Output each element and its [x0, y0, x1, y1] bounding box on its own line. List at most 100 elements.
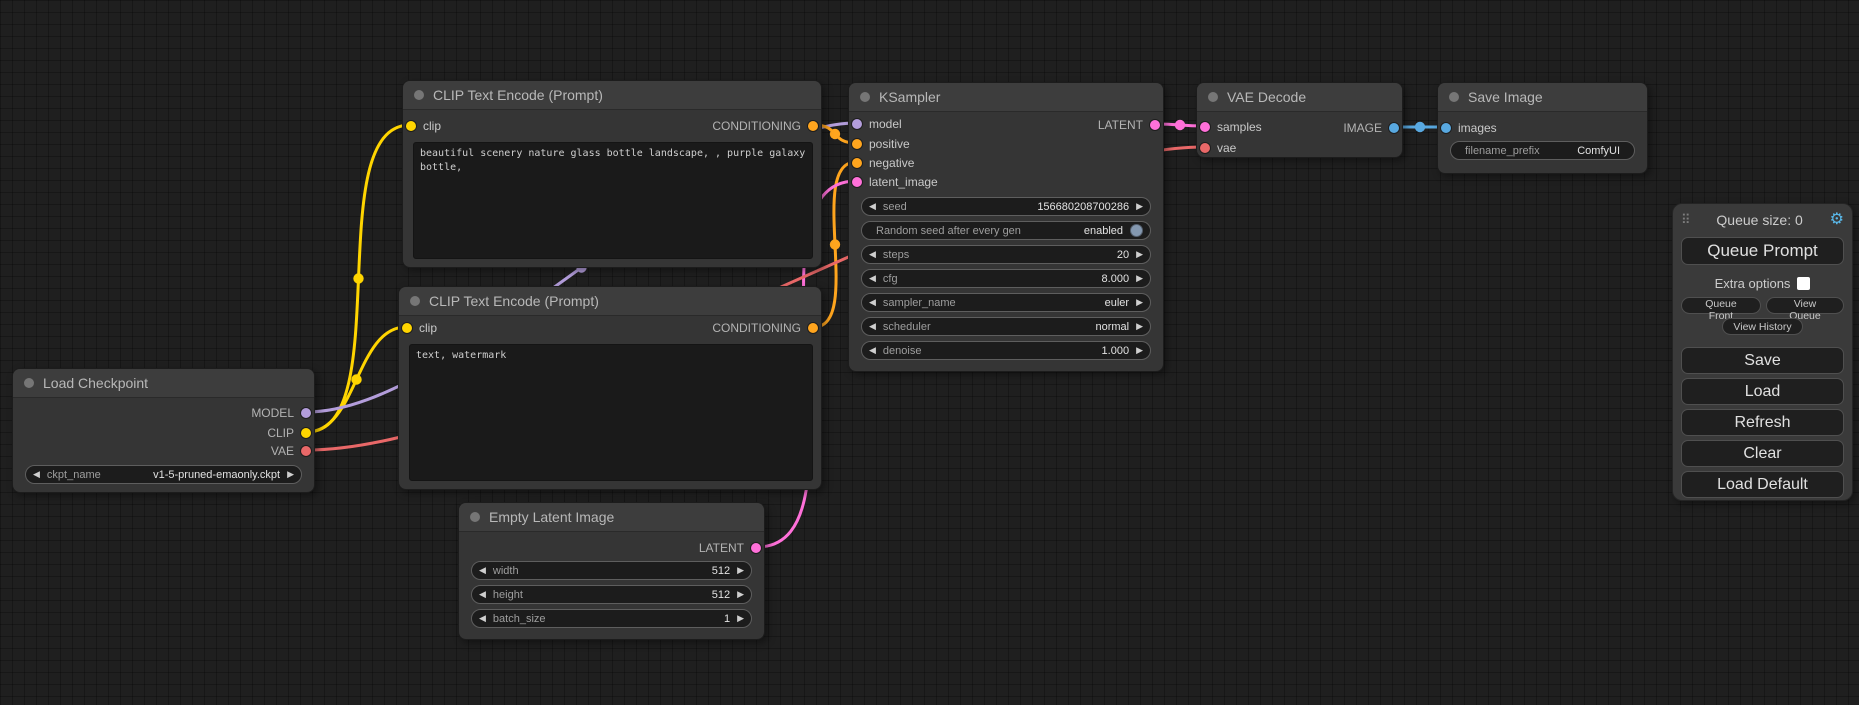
CONDITIONING-output-port[interactable] [808, 323, 818, 333]
save-button[interactable]: Save [1681, 347, 1844, 374]
drag-handle-icon[interactable]: ⠿ [1681, 212, 1690, 228]
view-queue-button[interactable]: View Queue [1766, 297, 1844, 314]
queue-prompt-button[interactable]: Queue Prompt [1681, 237, 1844, 265]
decrement-arrow-icon[interactable]: ◀ [479, 589, 486, 600]
decrement-arrow-icon[interactable]: ◀ [869, 249, 876, 260]
latent-to-decoder-midpoint-dot[interactable] [1175, 120, 1185, 130]
vae-input-port[interactable] [1200, 143, 1210, 153]
steps-widget[interactable]: ◀steps20▶ [861, 245, 1151, 264]
prompt-textarea[interactable] [413, 142, 813, 259]
CLIP-output-port[interactable] [301, 428, 311, 438]
negative-input-port[interactable] [852, 158, 862, 168]
vae-decode-node[interactable]: VAE DecodesamplesvaeIMAGE [1196, 82, 1403, 158]
refresh-button[interactable]: Refresh [1681, 409, 1844, 436]
clip-input-port[interactable] [402, 323, 412, 333]
increment-arrow-icon[interactable]: ▶ [1136, 297, 1143, 308]
load-button[interactable]: Load [1681, 378, 1844, 405]
node-title-bar[interactable]: CLIP Text Encode (Prompt) [399, 287, 821, 316]
extra-options-checkbox[interactable] [1797, 277, 1810, 290]
clip-text-encode-positive-node[interactable]: CLIP Text Encode (Prompt)clipCONDITIONIN… [402, 80, 822, 268]
node-title-bar[interactable]: CLIP Text Encode (Prompt) [403, 81, 821, 110]
node-title-bar[interactable]: KSampler [849, 83, 1163, 112]
increment-arrow-icon[interactable]: ▶ [737, 565, 744, 576]
widget-value: euler [1105, 297, 1129, 309]
decrement-arrow-icon[interactable]: ◀ [479, 565, 486, 576]
IMAGE-output-port[interactable] [1389, 123, 1399, 133]
clip-input: clip [402, 319, 437, 337]
view-history-button[interactable]: View History [1722, 318, 1802, 335]
batch-size-widget[interactable]: ◀ batch_size 1 ▶ [471, 609, 752, 628]
filename-prefix-widget[interactable]: filename_prefixComfyUI [1450, 141, 1635, 160]
scheduler-widget[interactable]: ◀schedulernormal▶ [861, 317, 1151, 336]
positive-input-port[interactable] [852, 139, 862, 149]
increment-arrow-icon[interactable]: ▶ [737, 613, 744, 624]
queue-front-button[interactable]: Queue Front [1681, 297, 1761, 314]
positive-conditioning-midpoint-dot[interactable] [830, 129, 840, 139]
latent_image-input-port[interactable] [852, 177, 862, 187]
decrement-arrow-icon[interactable]: ◀ [33, 469, 40, 480]
load-default-button[interactable]: Load Default [1681, 471, 1844, 498]
ksampler-node[interactable]: KSamplermodelpositivenegativelatent_imag… [848, 82, 1164, 372]
prompt-textarea[interactable] [409, 344, 813, 481]
decrement-arrow-icon[interactable]: ◀ [869, 201, 876, 212]
node-title-bar[interactable]: Empty Latent Image [459, 503, 764, 532]
random-seed-after-every-gen-widget[interactable]: Random seed after every genenabled [861, 221, 1151, 240]
decrement-arrow-icon[interactable]: ◀ [869, 273, 876, 284]
height-widget[interactable]: ◀height512▶ [471, 585, 752, 604]
clip-to-negative-encoder-midpoint-dot[interactable] [351, 374, 361, 384]
decrement-arrow-icon[interactable]: ◀ [479, 613, 486, 624]
increment-arrow-icon[interactable]: ▶ [1136, 249, 1143, 260]
IMAGE-output: IMAGE [1343, 119, 1399, 137]
cfg-widget[interactable]: ◀cfg8.000▶ [861, 269, 1151, 288]
width-widget[interactable]: ◀width512▶ [471, 561, 752, 580]
node-title-bar[interactable]: VAE Decode [1197, 83, 1402, 112]
increment-arrow-icon[interactable]: ▶ [1136, 273, 1143, 284]
sampler-name-widget[interactable]: ◀sampler_nameeuler▶ [861, 293, 1151, 312]
LATENT-output-port[interactable] [1150, 120, 1160, 130]
load-checkpoint-node[interactable]: Load CheckpointMODELCLIPVAE◀ckpt_namev1-… [12, 368, 315, 493]
LATENT-output-port[interactable] [751, 543, 761, 553]
clear-button[interactable]: Clear [1681, 440, 1844, 467]
gear-icon[interactable]: ⚙ [1830, 212, 1844, 228]
port-label: IMAGE [1343, 121, 1382, 135]
save-image-node[interactable]: Save Imageimagesfilename_prefixComfyUI [1437, 82, 1648, 174]
increment-arrow-icon[interactable]: ▶ [1136, 201, 1143, 212]
decrement-arrow-icon[interactable]: ◀ [869, 345, 876, 356]
denoise-widget[interactable]: ◀denoise1.000▶ [861, 341, 1151, 360]
clip-input-port[interactable] [406, 121, 416, 131]
node-collapse-dot[interactable] [1208, 92, 1218, 102]
widget-label: ckpt_name [47, 469, 101, 481]
clip-text-encode-negative-node[interactable]: CLIP Text Encode (Prompt)clipCONDITIONIN… [398, 286, 822, 490]
increment-arrow-icon[interactable]: ▶ [1136, 321, 1143, 332]
toggle-icon[interactable] [1130, 224, 1143, 237]
node-collapse-dot[interactable] [470, 512, 480, 522]
decrement-arrow-icon[interactable]: ◀ [869, 297, 876, 308]
increment-arrow-icon[interactable]: ▶ [287, 469, 294, 480]
widget-value: 1 [724, 613, 730, 625]
node-collapse-dot[interactable] [410, 296, 420, 306]
seed-widget[interactable]: ◀seed156680208700286▶ [861, 197, 1151, 216]
clip-to-positive-encoder-midpoint-dot[interactable] [353, 273, 363, 283]
increment-arrow-icon[interactable]: ▶ [737, 589, 744, 600]
ckpt-name-widget[interactable]: ◀ckpt_namev1-5-pruned-emaonly.ckpt▶ [25, 465, 302, 484]
node-collapse-dot[interactable] [860, 92, 870, 102]
decrement-arrow-icon[interactable]: ◀ [869, 321, 876, 332]
samples-input-port[interactable] [1200, 122, 1210, 132]
widget-label: batch_size [493, 613, 546, 625]
CONDITIONING-output-port[interactable] [808, 121, 818, 131]
node-collapse-dot[interactable] [414, 90, 424, 100]
latent_image-input: latent_image [852, 173, 938, 191]
image-to-save-midpoint-dot[interactable] [1415, 122, 1425, 132]
node-title-bar[interactable]: Load Checkpoint [13, 369, 314, 398]
empty-latent-image-node[interactable]: Empty Latent ImageLATENT◀width512▶◀heigh… [458, 502, 765, 640]
node-title-bar[interactable]: Save Image [1438, 83, 1647, 112]
model-input-port[interactable] [852, 119, 862, 129]
queue-panel-header: ⠿ Queue size: 0 ⚙ [1681, 211, 1844, 229]
node-collapse-dot[interactable] [1449, 92, 1459, 102]
increment-arrow-icon[interactable]: ▶ [1136, 345, 1143, 356]
MODEL-output-port[interactable] [301, 408, 311, 418]
images-input-port[interactable] [1441, 123, 1451, 133]
negative-conditioning-midpoint-dot[interactable] [830, 239, 840, 249]
node-collapse-dot[interactable] [24, 378, 34, 388]
VAE-output-port[interactable] [301, 446, 311, 456]
